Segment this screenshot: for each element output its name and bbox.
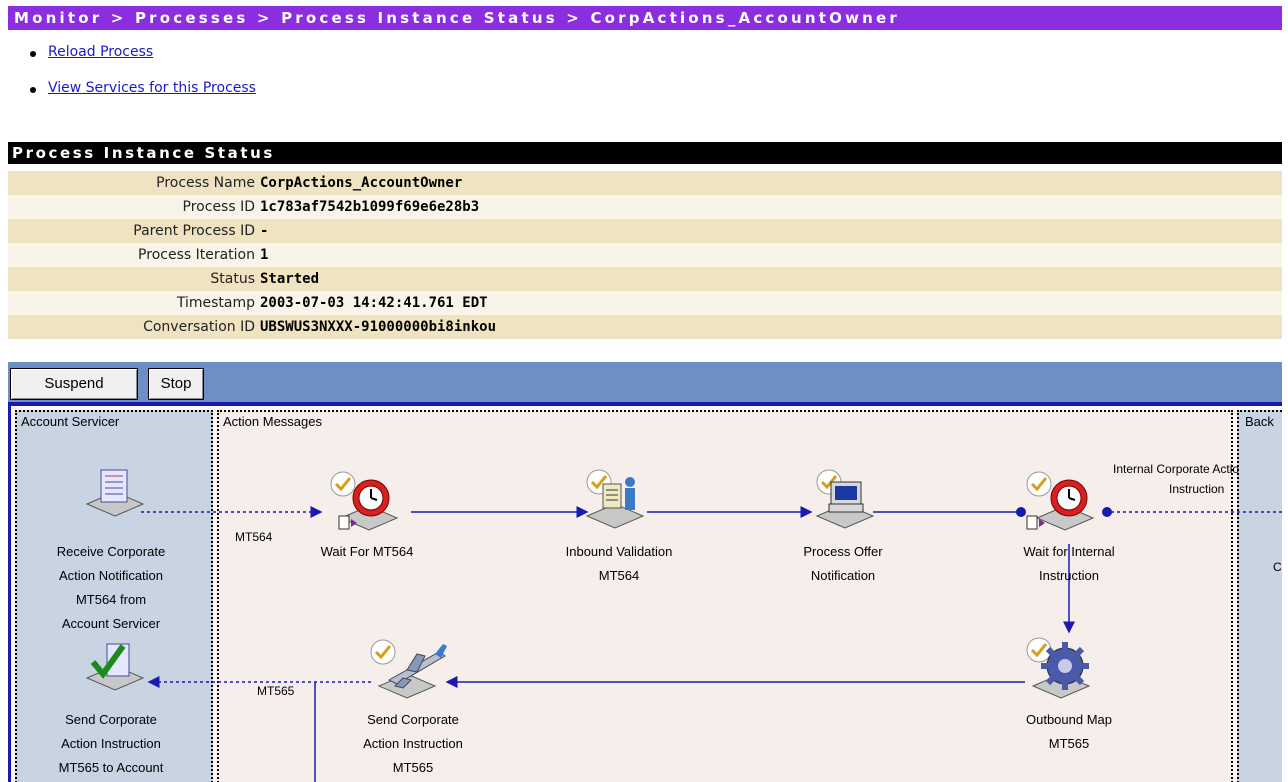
gear-icon [1026, 637, 1091, 699]
edge-label-mt564: MT564 [235, 530, 273, 544]
field-label: Process ID [182, 199, 255, 215]
suspend-button[interactable]: Suspend [10, 368, 138, 400]
airplane-icon [370, 639, 447, 699]
edge-label-internal: Internal Corporate Actio [1113, 462, 1240, 476]
edge-label-back-c: C [1273, 560, 1282, 574]
person-clipboard-icon [585, 469, 645, 529]
view-services-link[interactable]: View Services for this Process [48, 80, 256, 96]
node-wait-internal-label: Wait for Internal Instruction [1023, 544, 1115, 583]
list-item: Reload Process [30, 44, 256, 80]
stop-button[interactable]: Stop [148, 368, 204, 400]
document-table-icon [85, 469, 145, 517]
field-label: Parent Process ID [133, 223, 255, 239]
document-check-icon [85, 643, 145, 691]
button-bar: Suspend Stop [8, 362, 1282, 406]
field-label: Process Iteration [138, 247, 255, 263]
edge-label-instruction: Instruction [1169, 482, 1225, 496]
field-value: 1 [260, 247, 269, 263]
node-send-mid-label: Send Corporate Action Instruction MT565 [363, 712, 463, 775]
process-diagram: Account Servicer Action Messages Back Re… [8, 406, 1282, 782]
table-row: Process ID 1c783af7542b1099f69e6e28b3 [8, 195, 1282, 219]
reload-process-link[interactable]: Reload Process [48, 44, 153, 60]
breadcrumb: Monitor > Processes > Process Instance S… [8, 6, 1282, 30]
edge-label-mt565: MT565 [257, 684, 295, 698]
field-value: 2003-07-03 14:42:41.761 EDT [260, 295, 488, 311]
table-row: Status Started [8, 267, 1282, 291]
table-row: Conversation ID UBSWUS3NXXX-91000000bi8in… [8, 315, 1282, 339]
action-links: Reload Process View Services for this Pr… [30, 44, 256, 116]
field-label: Timestamp [176, 295, 255, 311]
field-value: - [260, 223, 269, 239]
process-status-table: Process Name CorpActions_AccountOwner Pro… [8, 171, 1282, 339]
stopwatch-icon [1026, 471, 1095, 531]
stopwatch-icon [330, 471, 399, 531]
table-row: Timestamp 2003-07-03 14:42:41.761 EDT [8, 291, 1282, 315]
field-label: Conversation ID [143, 319, 255, 335]
node-wait-mt564-label: Wait For MT564 [320, 544, 414, 559]
node-inbound-label: Inbound Validation MT564 [565, 544, 673, 583]
node-receive-label: Receive Corporate Action Notification MT… [56, 544, 166, 631]
table-row: Process Name CorpActions_AccountOwner [8, 171, 1282, 195]
section-title: Process Instance Status [8, 142, 1282, 164]
node-process-offer-label: Process Offer Notification [803, 544, 883, 583]
field-value: 1c783af7542b1099f69e6e28b3 [260, 199, 480, 215]
table-row: Process Iteration 1 [8, 243, 1282, 267]
field-label: Process Name [156, 175, 255, 191]
computer-icon [815, 469, 875, 529]
field-value: UBSWUS3NXXX-91000000bi8inkou [260, 319, 497, 335]
node-outbound-label: Outbound Map MT565 [1025, 712, 1112, 751]
field-value: CorpActions_AccountOwner [260, 175, 463, 191]
field-label: Status [210, 271, 255, 287]
list-item: View Services for this Process [30, 80, 256, 116]
field-value: Started [260, 271, 320, 287]
table-row: Parent Process ID - [8, 219, 1282, 243]
node-send-left-label: Send Corporate Action Instruction MT565 … [58, 712, 164, 775]
